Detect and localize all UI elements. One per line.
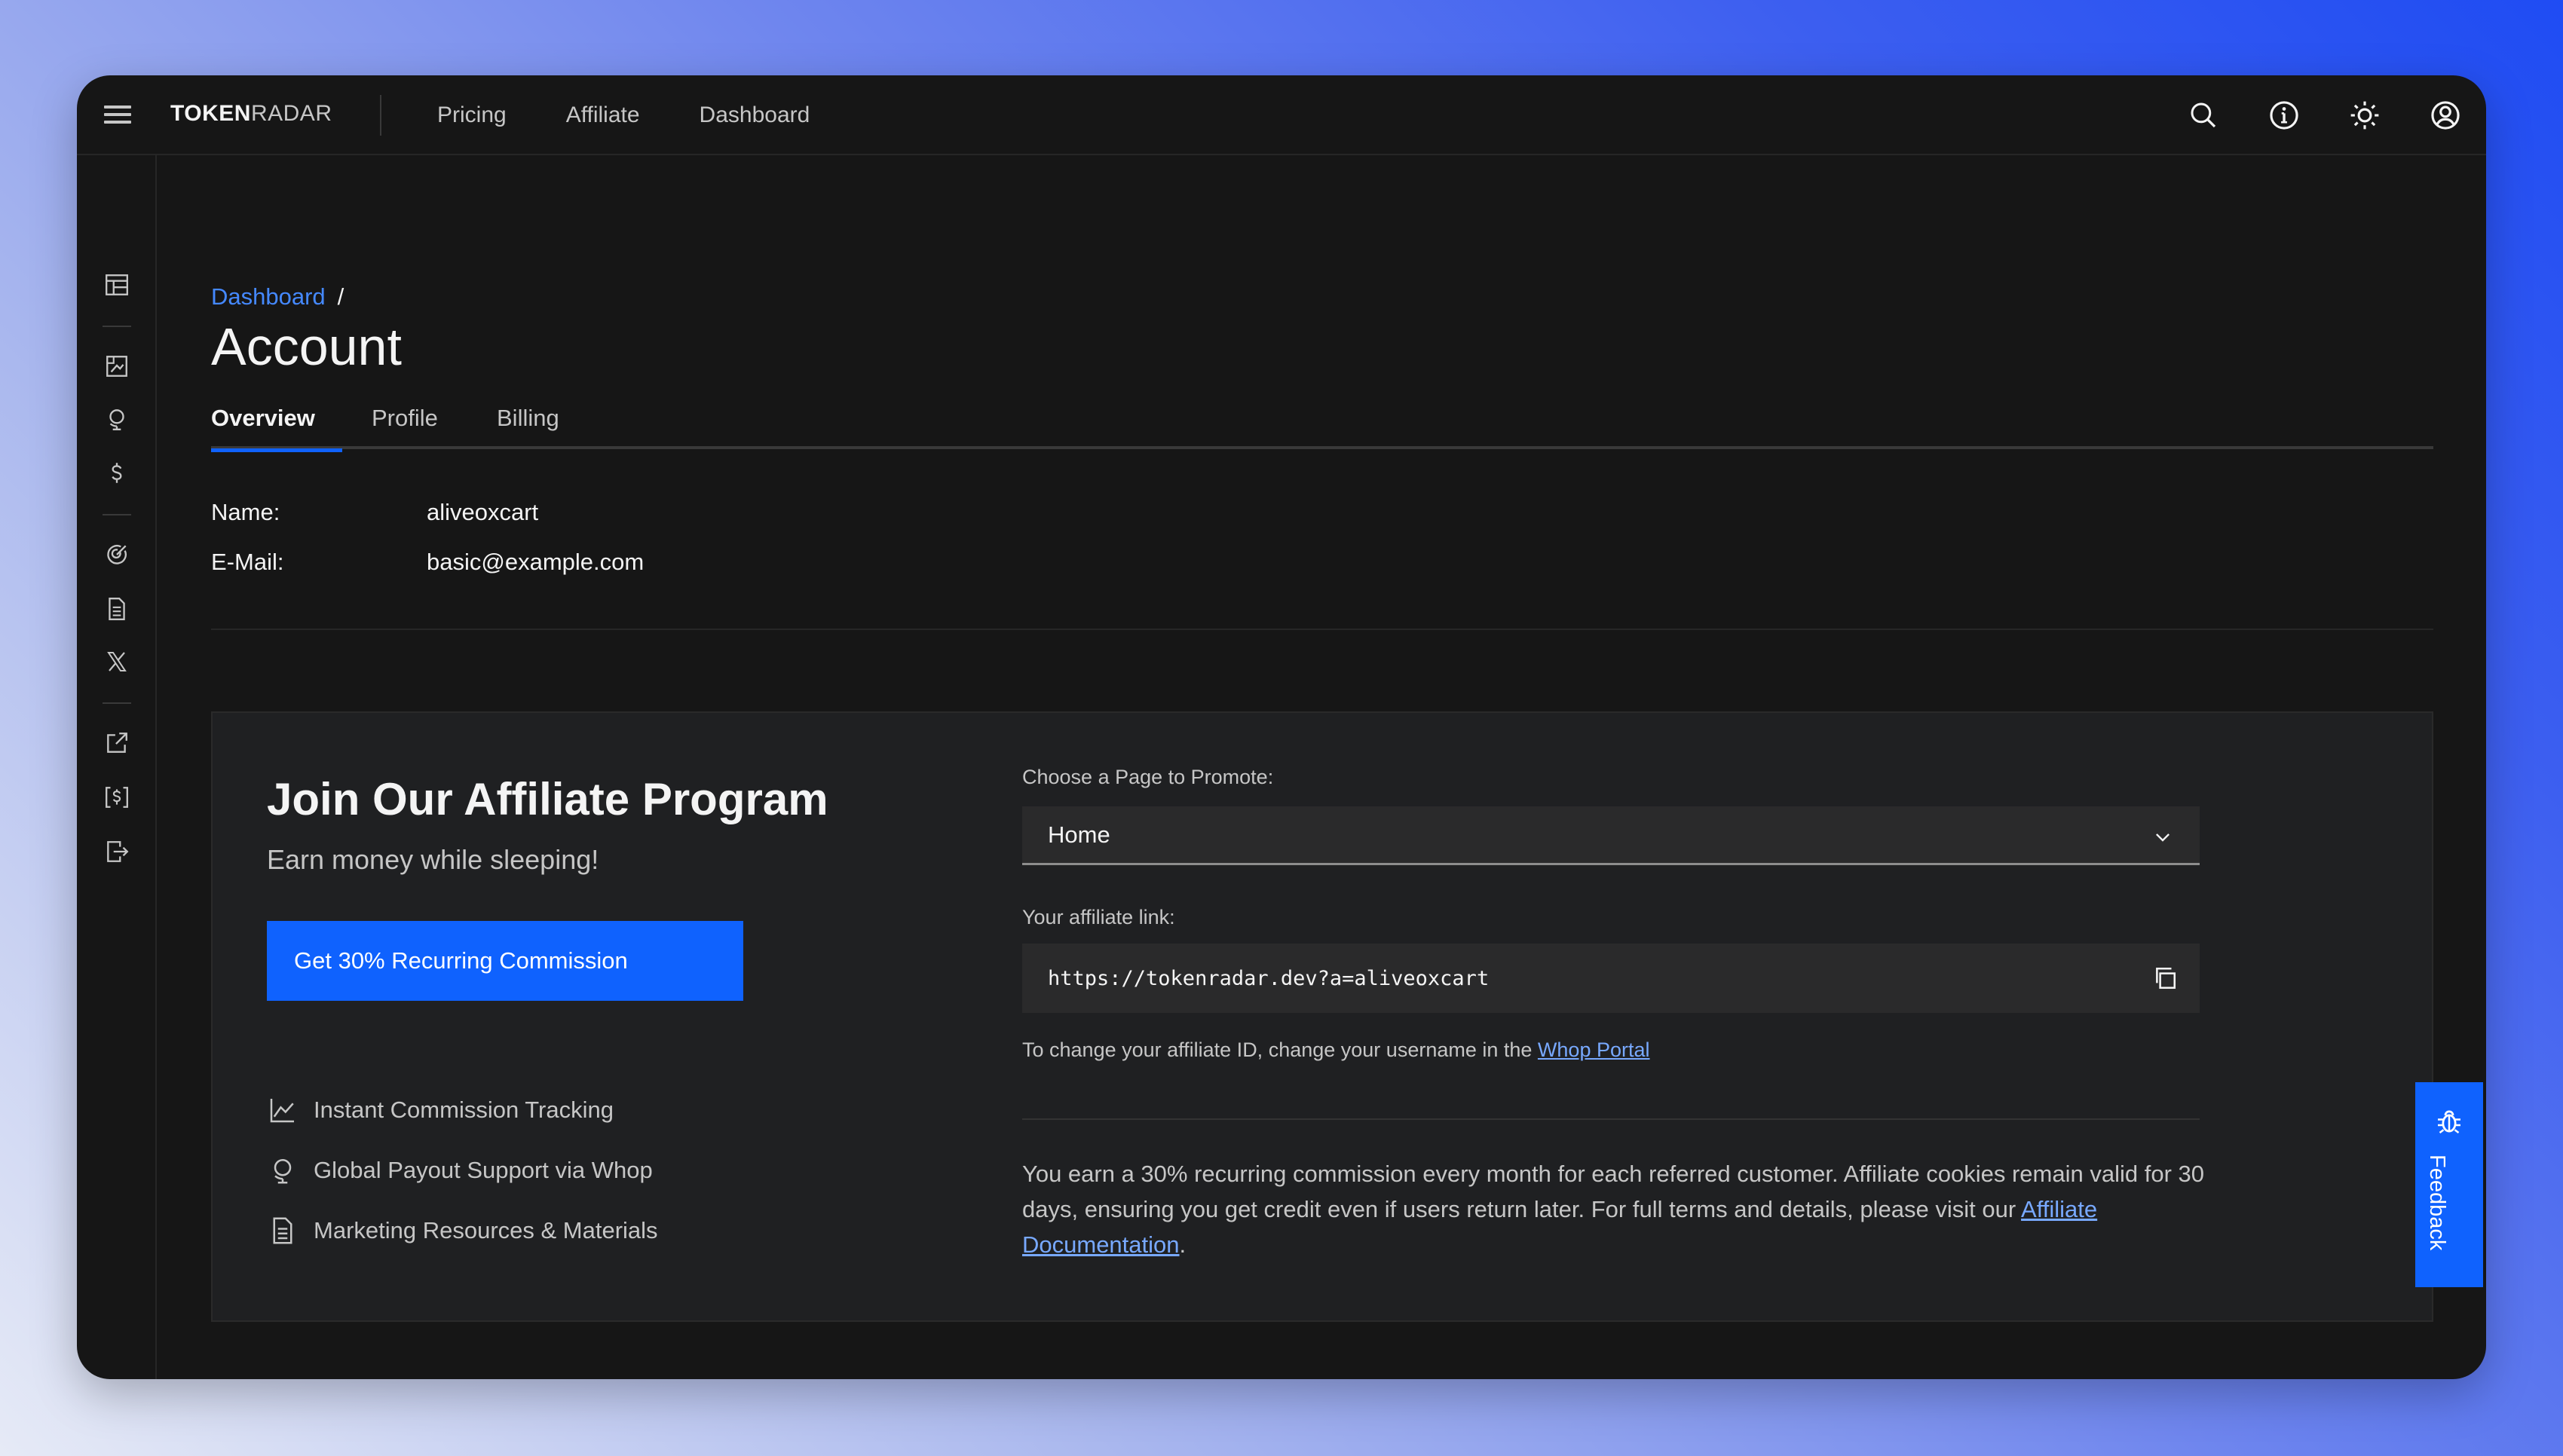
breadcrumb-dashboard-link[interactable]: Dashboard xyxy=(211,283,326,310)
nav-link-pricing[interactable]: Pricing xyxy=(437,102,507,128)
helper-text: To change your affiliate ID, change your… xyxy=(1022,1038,1538,1061)
main-content: Dashboard / Account Overview Profile Bill… xyxy=(211,155,2433,1379)
promote-page-select[interactable]: Home xyxy=(1022,806,2200,865)
feature-item: Instant Commission Tracking xyxy=(267,1094,614,1126)
logo-bold-text: TOKEN xyxy=(170,101,251,126)
chart-icon[interactable] xyxy=(102,351,132,381)
email-label: E-Mail: xyxy=(211,549,284,575)
promote-page-select-value: Home xyxy=(1048,821,1110,848)
panel-divider xyxy=(1022,1118,2200,1120)
globe-icon xyxy=(267,1155,299,1186)
logo-rest-text: RADAR xyxy=(250,101,332,126)
feature-label: Marketing Resources & Materials xyxy=(314,1217,658,1243)
affiliate-title: Join Our Affiliate Program xyxy=(267,774,828,824)
document-icon[interactable] xyxy=(102,594,132,624)
target-icon[interactable] xyxy=(102,540,132,570)
search-icon[interactable] xyxy=(2185,97,2222,133)
nav-link-affiliate[interactable]: Affiliate xyxy=(566,102,640,128)
affiliate-link-field[interactable]: https://tokenradar.dev?a=aliveoxcart xyxy=(1022,944,2200,1013)
tab-overview[interactable]: Overview xyxy=(211,401,342,452)
breadcrumb-separator: / xyxy=(337,283,344,310)
account-tabs: Overview Profile Billing xyxy=(211,401,2433,452)
x-logo-icon[interactable] xyxy=(102,647,132,677)
currency-bracket-icon[interactable] xyxy=(102,782,132,812)
page-title: Account xyxy=(211,317,402,376)
feature-item: Marketing Resources & Materials xyxy=(267,1215,658,1246)
sidebar-divider xyxy=(103,514,131,515)
info-icon[interactable] xyxy=(2266,97,2302,133)
email-value: basic@example.com xyxy=(427,549,645,575)
hamburger-menu-icon[interactable] xyxy=(103,101,133,131)
feedback-button[interactable]: Feedback xyxy=(2415,1082,2483,1287)
header-divider xyxy=(380,95,381,136)
nav-link-dashboard[interactable]: Dashboard xyxy=(700,102,810,128)
section-divider xyxy=(211,629,2433,630)
affiliate-terms-text: You earn a 30% recurring commission ever… xyxy=(1022,1156,2206,1262)
tab-profile[interactable]: Profile xyxy=(372,401,438,449)
external-link-icon[interactable] xyxy=(102,728,132,758)
affiliate-program-card: Join Our Affiliate Program Earn money wh… xyxy=(211,711,2433,1322)
header-actions xyxy=(2141,75,2463,155)
app-logo[interactable]: TOKENRADAR xyxy=(170,101,332,127)
top-navigation-bar: TOKENRADAR Pricing Affiliate Dashboard xyxy=(77,75,2486,155)
feature-label: Global Payout Support via Whop xyxy=(314,1157,653,1183)
get-commission-button[interactable]: Get 30% Recurring Commission xyxy=(267,921,743,1001)
chevron-down-icon xyxy=(2153,826,2173,853)
name-value: aliveoxcart xyxy=(427,499,539,525)
app-window: TOKENRADAR Pricing Affiliate Dashboard D… xyxy=(77,75,2486,1379)
name-label: Name: xyxy=(211,499,280,525)
feature-label: Instant Commission Tracking xyxy=(314,1097,614,1123)
breadcrumb: Dashboard / xyxy=(211,283,344,310)
globe-icon[interactable] xyxy=(102,404,132,434)
chart-line-icon xyxy=(267,1094,299,1126)
dollar-icon[interactable] xyxy=(102,458,132,488)
theme-toggle-icon[interactable] xyxy=(2347,97,2383,133)
sidebar-divider xyxy=(103,702,131,704)
terms-period: . xyxy=(1179,1231,1187,1258)
affiliate-subtitle: Earn money while sleeping! xyxy=(267,844,599,875)
feature-item: Global Payout Support via Whop xyxy=(267,1155,653,1186)
feedback-label: Feedback xyxy=(2425,1155,2449,1251)
affiliate-link-label: Your affiliate link: xyxy=(1022,906,1175,928)
bug-icon xyxy=(2434,1106,2464,1140)
page-select-label: Choose a Page to Promote: xyxy=(1022,766,1274,788)
user-avatar-icon[interactable] xyxy=(2427,97,2463,133)
logout-icon[interactable] xyxy=(102,837,132,867)
left-sidebar xyxy=(77,155,157,1379)
affiliate-link-value: https://tokenradar.dev?a=aliveoxcart xyxy=(1048,966,1490,990)
sidebar-divider xyxy=(103,326,131,327)
tab-billing[interactable]: Billing xyxy=(497,401,559,449)
copy-icon[interactable] xyxy=(2150,963,2180,993)
top-nav: Pricing Affiliate Dashboard xyxy=(437,75,869,155)
affiliate-id-helper-text: To change your affiliate ID, change your… xyxy=(1022,1038,1650,1062)
whop-portal-link[interactable]: Whop Portal xyxy=(1538,1038,1650,1061)
dashboard-icon[interactable] xyxy=(102,270,132,300)
document-icon xyxy=(267,1215,299,1246)
